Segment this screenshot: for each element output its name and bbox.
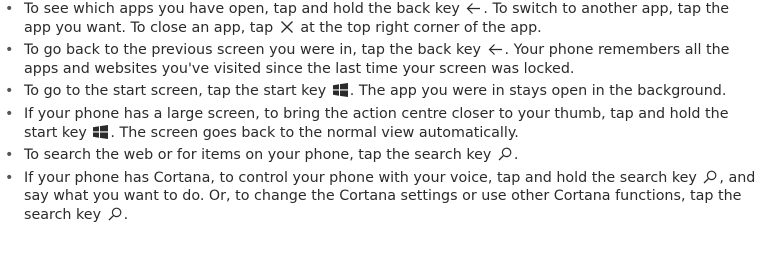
bullet-marker: • bbox=[5, 169, 14, 186]
list-item: • If your phone has a large screen, to br… bbox=[0, 105, 760, 142]
item-text: If your phone has Cortana, to control yo… bbox=[24, 169, 702, 186]
windows-start-icon bbox=[93, 124, 109, 139]
bullet-marker: • bbox=[5, 147, 14, 164]
list-item: • To see which apps you have open, tap an… bbox=[0, 0, 760, 37]
instruction-list: • To see which apps you have open, tap an… bbox=[0, 0, 766, 225]
list-item: • If your phone has Cortana, to control y… bbox=[0, 169, 760, 225]
item-text: To see which apps you have open, tap and… bbox=[24, 1, 465, 17]
list-item: • To go to the start screen, tap the star… bbox=[0, 82, 760, 101]
item-text: To go to the start screen, tap the start… bbox=[24, 83, 331, 100]
search-icon bbox=[108, 207, 122, 221]
item-text: at the top right corner of the app. bbox=[295, 19, 542, 36]
windows-start-icon bbox=[332, 83, 348, 98]
list-item: • To search the web or for items on your … bbox=[0, 146, 760, 165]
item-text: . bbox=[513, 147, 519, 164]
back-arrow-icon bbox=[488, 43, 503, 56]
bullet-marker: • bbox=[5, 42, 14, 59]
search-icon bbox=[703, 170, 717, 184]
item-text: . bbox=[123, 206, 129, 223]
bullet-marker: • bbox=[5, 105, 14, 122]
item-text: . The screen goes back to the normal vie… bbox=[110, 124, 519, 141]
bullet-marker: • bbox=[5, 1, 14, 17]
back-arrow-icon bbox=[466, 2, 481, 15]
item-text: . The app you were in stays open in the … bbox=[349, 83, 727, 100]
item-text: To search the web or for items on your p… bbox=[24, 147, 496, 164]
close-icon bbox=[280, 20, 294, 34]
item-text: To go back to the previous screen you we… bbox=[24, 42, 486, 59]
bullet-marker: • bbox=[5, 83, 14, 100]
list-item: • To go back to the previous screen you w… bbox=[0, 41, 760, 78]
search-icon bbox=[498, 147, 512, 161]
